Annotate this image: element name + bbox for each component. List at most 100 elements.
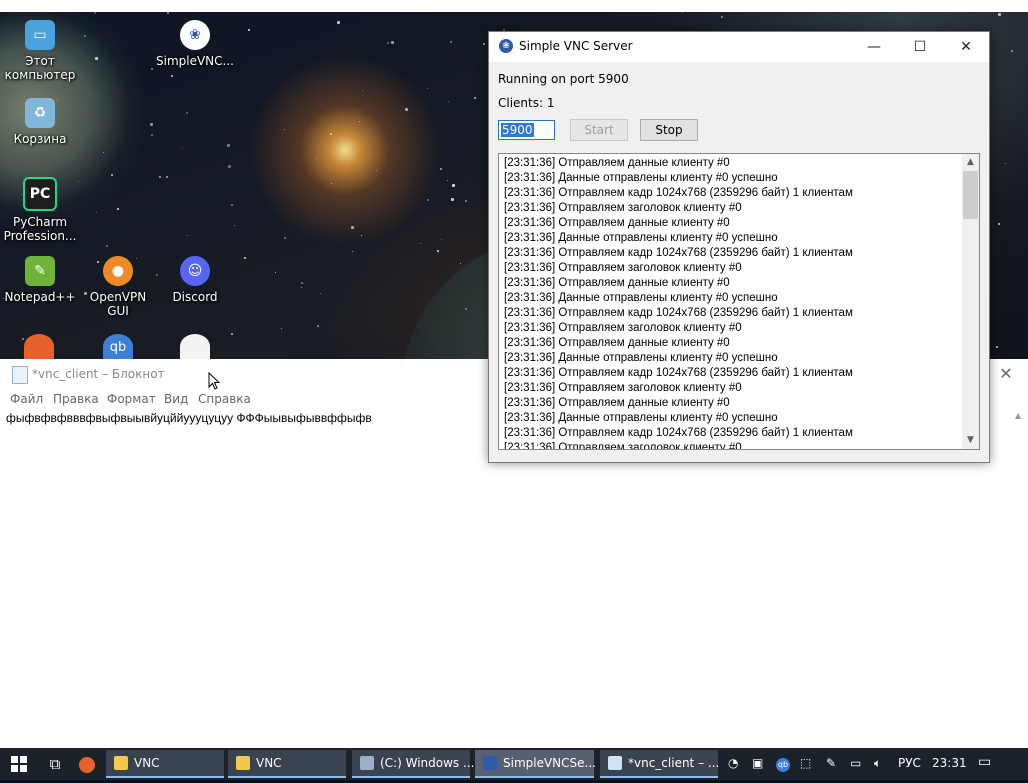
task-view-icon[interactable]: ⧉ — [38, 748, 72, 780]
log-line: [23:31:36] Отправляем заголовок клиенту … — [504, 442, 742, 450]
menu-file[interactable]: Файл — [10, 392, 43, 406]
scroll-thumb[interactable] — [963, 171, 978, 219]
taskbar-app-button[interactable]: VNC — [106, 750, 224, 778]
notepad-icon — [12, 366, 28, 384]
notifications-icon[interactable]: ▭ — [978, 754, 991, 770]
desktop-icon-label: OpenVPN GUI — [89, 290, 147, 318]
drive-icon — [360, 756, 374, 770]
taskbar: ⧉ VNC VNC (C:) Windows ... SimpleVNCSe... *v… — [0, 748, 1028, 780]
start-button[interactable] — [2, 748, 36, 780]
taskbar-app-label: VNC — [134, 756, 160, 770]
maximize-button[interactable]: ☐ — [897, 32, 943, 62]
notepad-scroll-up-icon[interactable]: ▲ — [1015, 411, 1025, 420]
scroll-down-icon[interactable]: ▼ — [962, 432, 979, 449]
folder-icon — [114, 756, 128, 770]
menu-edit[interactable]: Правка — [53, 392, 99, 406]
vnc-paw-icon: ❀ — [499, 39, 513, 53]
log-line: [23:31:36] Данные отправлены клиенту #0 … — [504, 172, 778, 184]
taskbar-app-button[interactable]: VNC — [228, 750, 346, 778]
log-line: [23:31:36] Данные отправлены клиенту #0 … — [504, 232, 778, 244]
notepad-title: *vnc_client – Блокнот — [32, 367, 165, 381]
vnc-paw-icon: ❀ — [180, 20, 210, 50]
tray-screenshot-icon[interactable]: ⬚ — [800, 756, 811, 770]
log-line: [23:31:36] Данные отправлены клиенту #0 … — [504, 292, 778, 304]
desktop-icon-label: SimpleVNC... — [156, 54, 234, 68]
log-line: [23:31:36] Данные отправлены клиенту #0 … — [504, 412, 778, 424]
start-button[interactable]: Start — [570, 119, 628, 141]
discord-icon: ☺ — [180, 256, 210, 286]
app-icon-partial[interactable] — [180, 334, 210, 359]
tray-network-icon[interactable]: ◔ — [728, 756, 738, 770]
firefox-taskbar-icon[interactable] — [70, 748, 104, 780]
tray-app-icon[interactable]: ▣ — [752, 756, 763, 770]
firefox-icon[interactable] — [24, 334, 54, 359]
log-line: [23:31:36] Отправляем кадр 1024x768 (235… — [504, 187, 853, 199]
desktop-icon-simplevnc[interactable]: ❀ SimpleVNC... — [156, 20, 234, 68]
vnc-titlebar[interactable]: ❀ Simple VNC Server — ☐ ✕ — [489, 32, 989, 62]
log-line: [23:31:36] Отправляем данные клиенту #0 — [504, 217, 730, 229]
tray-qbittorrent-icon[interactable]: qb — [776, 756, 790, 772]
log-lines: [23:31:36] Отправляем данные клиенту #0 [… — [499, 156, 979, 450]
log-line: [23:31:36] Отправляем кадр 1024x768 (235… — [504, 427, 853, 439]
tray-language[interactable]: РУС — [898, 756, 921, 770]
desktop-icon-this-pc[interactable]: ▭ Этот компьютер — [1, 20, 79, 82]
log-line: [23:31:36] Отправляем заголовок клиенту … — [504, 322, 742, 334]
screen-top-edge — [0, 0, 1028, 12]
taskbar-app-button[interactable]: (C:) Windows ... — [352, 750, 474, 778]
menu-help[interactable]: Справка — [198, 392, 251, 406]
log-line: [23:31:36] Отправляем заголовок клиенту … — [504, 382, 742, 394]
recycle-bin-icon: ♻ — [25, 98, 55, 128]
port-input[interactable]: 5900 — [498, 120, 555, 140]
desktop-icon-label: Discord — [172, 290, 218, 304]
pycharm-icon: PC — [23, 177, 57, 211]
log-scrollbar[interactable]: ▲ ▼ — [962, 154, 979, 449]
notepadpp-icon: ✎ — [25, 256, 55, 286]
taskbar-app-label: VNC — [256, 756, 282, 770]
tray-volume-icon[interactable]: 🔈︎ — [874, 756, 881, 771]
log-line: [23:31:36] Отправляем данные клиенту #0 — [504, 157, 730, 169]
tray-monitor-icon[interactable]: ▭ — [850, 756, 861, 770]
log-line: [23:31:36] Отправляем данные клиенту #0 — [504, 397, 730, 409]
qbittorrent-icon[interactable]: qb — [103, 334, 133, 359]
clients-count-text: Clients: 1 — [498, 96, 555, 110]
log-line: [23:31:36] Данные отправлены клиенту #0 … — [504, 352, 778, 364]
taskbar-app-label: (C:) Windows ... — [380, 756, 475, 770]
desktop-icon-recycle-bin[interactable]: ♻ Корзина — [1, 98, 79, 146]
stop-button[interactable]: Stop — [640, 119, 698, 141]
notepad-close-button[interactable]: ✕ — [996, 364, 1016, 384]
menu-format[interactable]: Формат — [107, 392, 156, 406]
desktop-icon-openvpn[interactable]: ● OpenVPN GUI — [79, 256, 157, 318]
desktop-icon-discord[interactable]: ☺ Discord — [156, 256, 234, 304]
openvpn-icon: ● — [103, 256, 133, 286]
taskbar-app-label: *vnc_client – ... — [628, 756, 720, 770]
minimize-button[interactable]: — — [851, 32, 897, 62]
notepad-text-area[interactable]: фыфвфвфвввфвыфвыывйуцййуууцуцуу ФФФыывыф… — [6, 411, 372, 425]
log-line: [23:31:36] Отправляем данные клиенту #0 — [504, 277, 730, 289]
computer-icon: ▭ — [25, 20, 55, 50]
log-listbox[interactable]: [23:31:36] Отправляем данные клиенту #0 [… — [498, 153, 980, 450]
desktop-icon-notepadpp[interactable]: ✎ Notepad++ — [1, 256, 79, 304]
log-line: [23:31:36] Отправляем кадр 1024x768 (235… — [504, 247, 853, 259]
log-line: [23:31:36] Отправляем заголовок клиенту … — [504, 262, 742, 274]
scroll-up-icon[interactable]: ▲ — [962, 154, 979, 171]
vnc-window-title: Simple VNC Server — [519, 39, 633, 53]
port-input-value: 5900 — [501, 123, 534, 137]
taskbar-app-label: SimpleVNCSe... — [503, 756, 596, 770]
windows-logo-icon — [11, 756, 27, 772]
menu-view[interactable]: Вид — [164, 392, 188, 406]
notepad-icon — [608, 756, 622, 770]
log-line: [23:31:36] Отправляем заголовок клиенту … — [504, 202, 742, 214]
desktop-icon-label: Этот компьютер — [4, 54, 76, 82]
folder-icon — [236, 756, 250, 770]
mouse-cursor-icon — [208, 372, 221, 390]
log-line: [23:31:36] Отправляем данные клиенту #0 — [504, 337, 730, 349]
tray-pen-icon[interactable]: ✎ — [826, 756, 836, 770]
desktop-icon-label: PyCharm Profession... — [3, 215, 77, 243]
close-button[interactable]: ✕ — [943, 32, 989, 62]
desktop-icon-pycharm[interactable]: PC PyCharm Profession... — [1, 177, 79, 243]
taskbar-app-button[interactable]: *vnc_client – ... — [600, 750, 720, 778]
vnc-paw-icon — [483, 756, 497, 770]
log-line: [23:31:36] Отправляем кадр 1024x768 (235… — [504, 307, 853, 319]
tray-clock[interactable]: 23:31 — [932, 756, 967, 770]
taskbar-app-button[interactable]: SimpleVNCSe... — [475, 750, 596, 778]
